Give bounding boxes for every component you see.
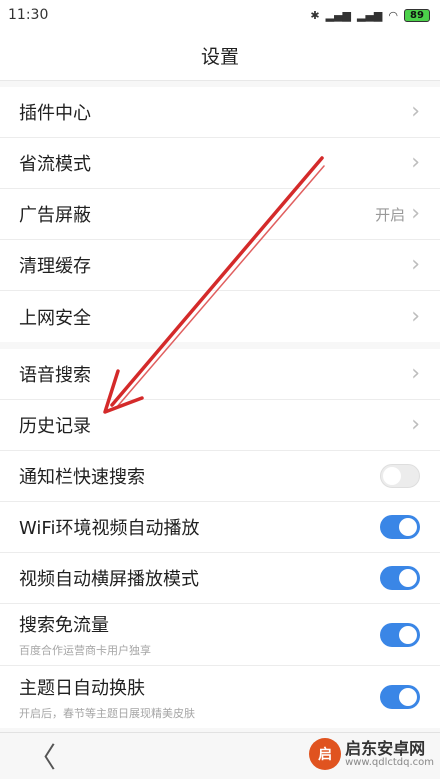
chevron-right-icon: › <box>411 303 420 329</box>
toggle-knob <box>399 518 417 536</box>
watermark-logo: 启 <box>309 738 342 770</box>
setting-theme-day-skin: 主题日自动换肤 开启后，春节等主题日展现精美皮肤 <box>0 666 440 728</box>
signal-icon: ▂▄▆ <box>357 8 383 22</box>
notification-search-toggle[interactable] <box>380 464 420 488</box>
chevron-right-icon: › <box>411 150 420 175</box>
setting-voice-search[interactable]: 语音搜索 › <box>0 349 440 400</box>
chevron-right-icon: › <box>411 201 420 226</box>
setting-auto-landscape: 视频自动横屏播放模式 <box>0 553 440 604</box>
bluetooth-icon: ✱ <box>310 8 320 22</box>
setting-wifi-autoplay: WiFi环境视频自动播放 <box>0 502 440 553</box>
setting-label: WiFi环境视频自动播放 <box>19 518 200 539</box>
setting-value: 开启 <box>375 205 406 224</box>
setting-web-security[interactable]: 上网安全 › <box>0 291 440 342</box>
toggle-knob <box>383 467 401 485</box>
setting-label: 历史记录 <box>19 416 91 437</box>
back-arrow-icon[interactable]: 〈 <box>28 736 56 776</box>
setting-label: 搜索免流量 <box>19 615 109 636</box>
watermark-url: www.qdlctdq.com <box>345 757 434 769</box>
setting-label: 主题日自动换肤 <box>19 677 145 699</box>
status-time: 11:30 <box>8 7 49 23</box>
setting-ad-block[interactable]: 广告屏蔽 开启 › <box>0 189 440 240</box>
battery-icon: 89 <box>404 8 430 22</box>
setting-label: 语音搜索 <box>19 365 91 386</box>
setting-description: 开启后，春节等主题日展现精美皮肤 <box>19 706 195 720</box>
settings-group-2: 语音搜索 › 历史记录 › 通知栏快速搜索 WiFi环境视频自动播放 视频自动横… <box>0 349 440 728</box>
chevron-right-icon: › <box>411 252 420 277</box>
chevron-right-icon: › <box>411 412 420 437</box>
status-icons: ✱ ▂▄▆ ▂▄▆ ◠ 89 <box>310 8 430 22</box>
setting-notification-search: 通知栏快速搜索 <box>0 451 440 502</box>
setting-history[interactable]: 历史记录 › <box>0 400 440 451</box>
chevron-right-icon: › <box>411 361 420 386</box>
watermark: 启 启东安卓网 www.qdlctdq.com <box>309 738 434 770</box>
chevron-right-icon: › <box>411 99 420 124</box>
page-title: 设置 <box>200 45 239 68</box>
setting-plugin-center[interactable]: 插件中心 › <box>0 87 440 138</box>
status-bar: 11:30 ✱ ▂▄▆ ▂▄▆ ◠ 89 <box>0 0 440 30</box>
toggle-knob <box>399 688 417 706</box>
setting-label: 广告屏蔽 <box>19 205 91 226</box>
setting-label: 上网安全 <box>19 307 91 329</box>
page-title-bar: 设置 <box>0 30 440 81</box>
settings-group-1: 插件中心 › 省流模式 › 广告屏蔽 开启 › 清理缓存 › 上网安全 › <box>0 87 440 342</box>
signal-icon: ▂▄▆ <box>325 8 351 22</box>
wifi-icon: ◠ <box>388 8 398 22</box>
setting-free-data-search: 搜索免流量 百度合作运营商卡用户独享 <box>0 604 440 666</box>
theme-day-skin-toggle[interactable] <box>380 685 420 709</box>
setting-label: 清理缓存 <box>19 256 91 277</box>
setting-clear-cache[interactable]: 清理缓存 › <box>0 240 440 291</box>
free-data-search-toggle[interactable] <box>380 622 420 647</box>
toggle-knob <box>399 625 417 644</box>
wifi-autoplay-toggle[interactable] <box>380 515 420 539</box>
setting-description: 百度合作运营商卡用户独享 <box>19 644 151 657</box>
setting-label: 通知栏快速搜索 <box>19 467 145 488</box>
auto-landscape-toggle[interactable] <box>380 566 420 590</box>
setting-label: 视频自动横屏播放模式 <box>19 569 199 590</box>
toggle-knob <box>399 569 417 587</box>
setting-data-saver[interactable]: 省流模式 › <box>0 138 440 189</box>
battery-level: 89 <box>410 9 424 21</box>
setting-label: 省流模式 <box>19 154 91 175</box>
setting-label: 插件中心 <box>19 103 91 124</box>
watermark-title: 启东安卓网 <box>345 738 426 758</box>
